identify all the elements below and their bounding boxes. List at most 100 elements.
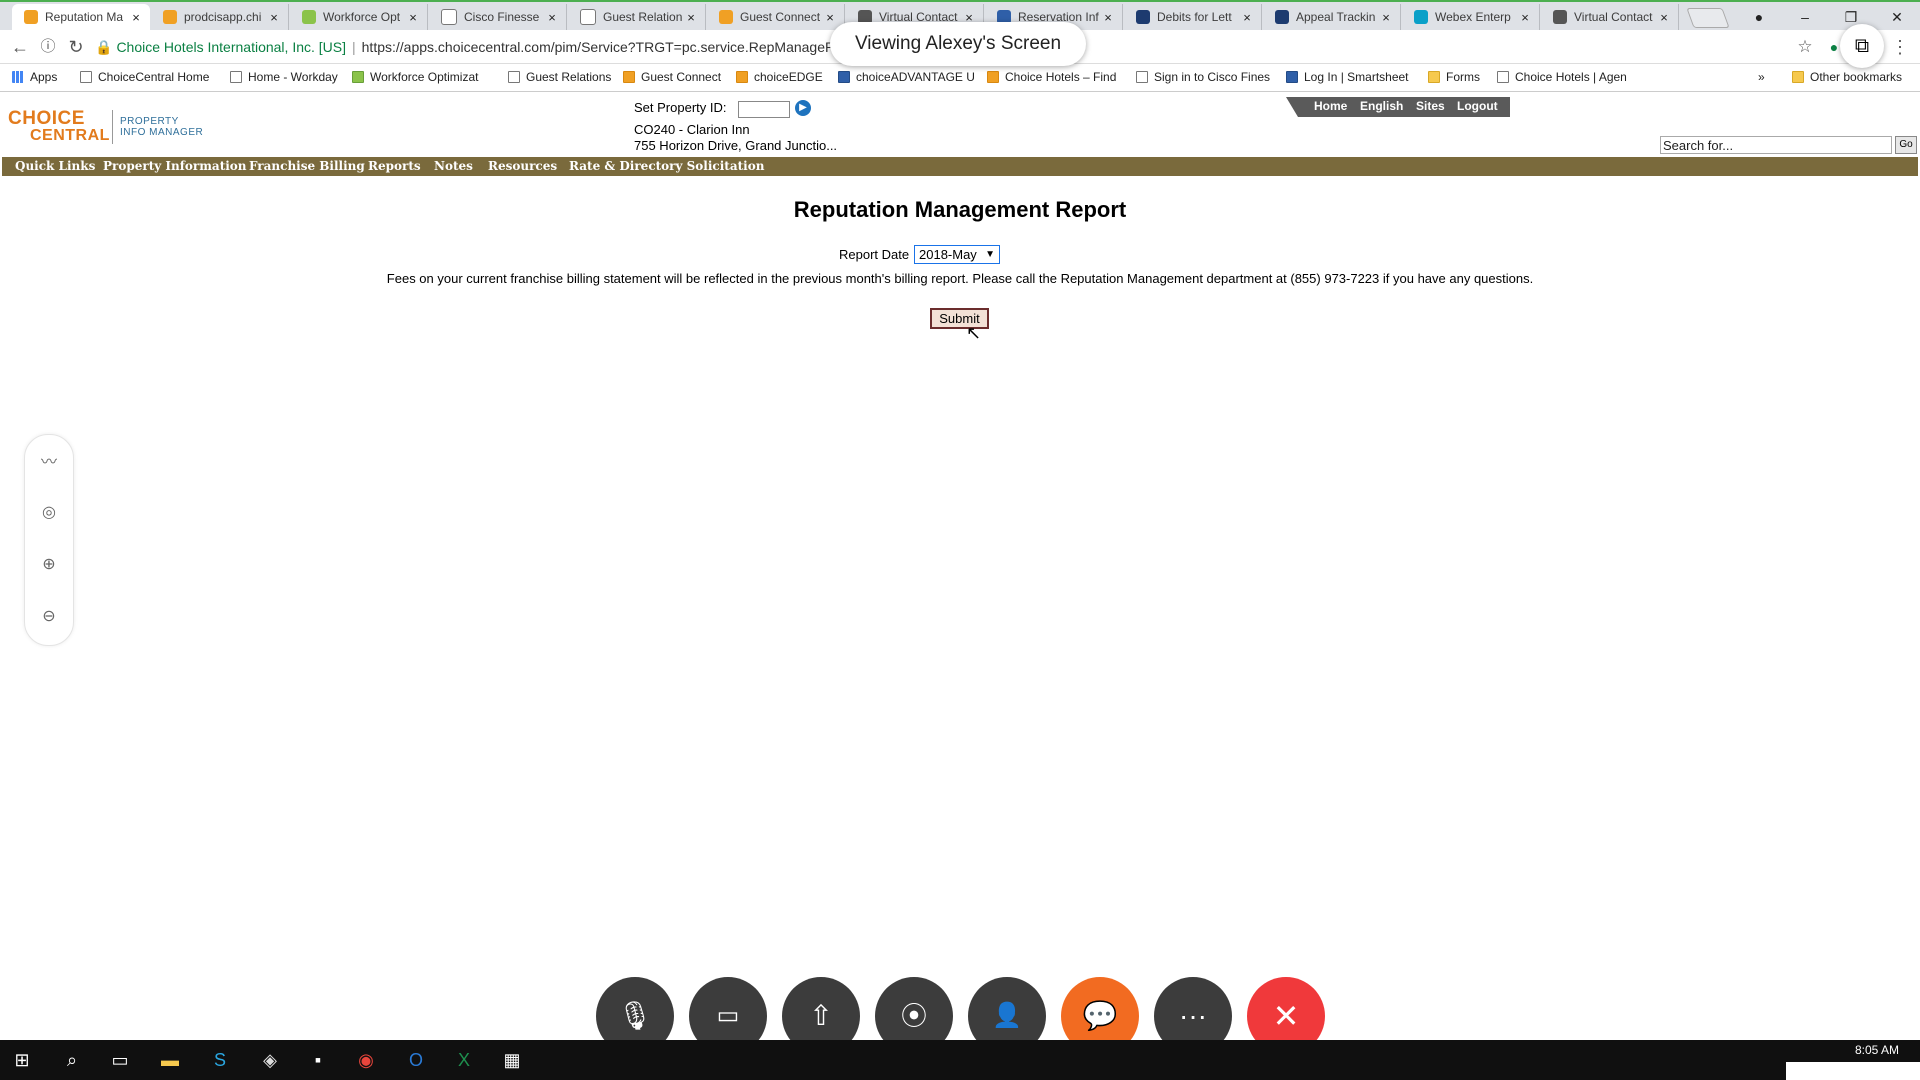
bookmark-item[interactable]: choiceADVANTAGE U bbox=[838, 70, 975, 84]
file-explorer-icon[interactable]: ▬ bbox=[150, 1046, 190, 1074]
tab-close-icon[interactable]: × bbox=[1100, 10, 1116, 25]
smartsheet-icon bbox=[1286, 71, 1298, 83]
choice-icon bbox=[719, 10, 733, 24]
page-icon bbox=[1497, 71, 1509, 83]
smartsheet-icon bbox=[1275, 10, 1289, 24]
tab-close-icon[interactable]: × bbox=[1239, 10, 1255, 25]
bookmark-item[interactable]: Log In | Smartsheet bbox=[1286, 70, 1409, 84]
browser-tab[interactable]: Webex Enterp × bbox=[1402, 4, 1540, 30]
back-icon[interactable]: ← bbox=[8, 35, 32, 59]
menu-property-information[interactable]: Property Information bbox=[103, 159, 247, 173]
menu-resources[interactable]: Resources bbox=[488, 159, 557, 173]
notification-area bbox=[1786, 1062, 1920, 1080]
tab-close-icon[interactable]: × bbox=[544, 10, 560, 25]
browser-tab[interactable]: Reputation Ma × bbox=[12, 4, 150, 30]
outlook-icon[interactable]: O bbox=[396, 1046, 436, 1074]
screen-share-window-icon[interactable]: ⧉ bbox=[1840, 24, 1884, 68]
zoom-out-icon[interactable]: ⊖ bbox=[37, 605, 61, 629]
tab-title: Cisco Finesse bbox=[464, 10, 540, 24]
bookmark-item[interactable]: ChoiceCentral Home bbox=[80, 70, 209, 84]
info-icon[interactable]: ⓘ bbox=[36, 35, 60, 59]
browser-tab[interactable]: Debits for Lett × bbox=[1124, 4, 1262, 30]
app-icon[interactable]: ◈ bbox=[250, 1046, 290, 1074]
calculator-icon[interactable]: ▦ bbox=[492, 1046, 532, 1074]
new-tab-button[interactable] bbox=[1686, 8, 1730, 28]
menu-notes[interactable]: Notes bbox=[434, 159, 473, 173]
bookmark-star-icon[interactable]: ☆ bbox=[1793, 35, 1817, 59]
tab-close-icon[interactable]: × bbox=[683, 10, 699, 25]
bookmark-item[interactable]: Workforce Optimizat bbox=[352, 70, 478, 84]
taskbar-clock: 8:05 AM bbox=[1855, 1043, 1900, 1057]
tab-close-icon[interactable]: × bbox=[266, 10, 282, 25]
zoom-in-icon[interactable]: ⊕ bbox=[37, 553, 61, 577]
logo-line2: CENTRAL bbox=[30, 127, 110, 144]
bookmark-item[interactable]: Guest Relations bbox=[508, 70, 611, 84]
tab-close-icon[interactable]: × bbox=[128, 10, 144, 25]
bookmark-item[interactable]: Apps bbox=[12, 70, 57, 84]
bookmarks-overflow-icon[interactable]: » bbox=[1758, 70, 1765, 84]
tab-close-icon[interactable]: × bbox=[405, 10, 421, 25]
site-identity: Choice Hotels International, Inc. [US] bbox=[116, 39, 346, 55]
bookmark-item[interactable]: Choice Hotels | Agen bbox=[1497, 70, 1627, 84]
search-go-button[interactable]: Go bbox=[1895, 136, 1917, 154]
browser-tab[interactable]: Guest Relation × bbox=[568, 4, 706, 30]
lock-icon: 🔒 bbox=[95, 39, 113, 55]
other-bookmarks[interactable]: Other bookmarks bbox=[1792, 70, 1902, 84]
home-link[interactable]: Home bbox=[1314, 99, 1347, 113]
draw-icon[interactable]: 〰 bbox=[37, 451, 61, 475]
tab-close-icon[interactable]: × bbox=[1656, 10, 1672, 25]
choice-central-logo[interactable]: CHOICE CENTRAL PROPERTY INFO MANAGER bbox=[8, 106, 218, 146]
search-icon[interactable]: ⌕ bbox=[52, 1046, 92, 1074]
close-window-icon[interactable]: ✕ bbox=[1874, 4, 1920, 30]
windows-taskbar: ⊞ ⌕ ▭ ▬ S ◈ ▪ ◉ O X ▦ 8:05 AM bbox=[0, 1040, 1920, 1080]
tab-close-icon[interactable]: × bbox=[1378, 10, 1394, 25]
chrome-menu-icon[interactable]: ⋮ bbox=[1888, 35, 1912, 59]
english-link[interactable]: English bbox=[1360, 99, 1403, 113]
bookmark-item[interactable]: Choice Hotels – Find bbox=[987, 70, 1116, 84]
menu-franchise-billing[interactable]: Franchise Billing bbox=[249, 159, 365, 173]
chrome-icon[interactable]: ◉ bbox=[346, 1046, 386, 1074]
menu-rate-directory-solicitation[interactable]: Rate & Directory Solicitation bbox=[569, 159, 764, 173]
browser-tab[interactable]: Virtual Contact × bbox=[1541, 4, 1679, 30]
sticky-notes-icon[interactable]: ▪ bbox=[298, 1046, 338, 1074]
sites-link[interactable]: Sites bbox=[1416, 99, 1445, 113]
choice-icon bbox=[24, 10, 38, 24]
bookmark-item[interactable]: Home - Workday bbox=[230, 70, 338, 84]
page-icon bbox=[508, 71, 520, 83]
report-date-label: Report Date bbox=[839, 247, 910, 262]
other-bookmarks-label: Other bookmarks bbox=[1810, 70, 1903, 84]
pointer-icon[interactable]: ◎ bbox=[37, 501, 61, 525]
bookmark-label: Guest Connect bbox=[641, 70, 722, 84]
bookmark-item[interactable]: Guest Connect bbox=[623, 70, 721, 84]
choice-icon bbox=[163, 10, 177, 24]
browser-tab[interactable]: Cisco Finesse × bbox=[429, 4, 567, 30]
skype-icon[interactable]: S bbox=[200, 1046, 240, 1074]
site-search-input[interactable]: Search for... bbox=[1660, 136, 1892, 154]
profile-icon[interactable]: ● bbox=[1736, 4, 1782, 30]
windows-start-icon[interactable]: ⊞ bbox=[2, 1046, 42, 1074]
dropdown-arrow-icon: ▼ bbox=[985, 249, 995, 260]
browser-tab[interactable]: Workforce Opt × bbox=[290, 4, 428, 30]
tab-close-icon[interactable]: × bbox=[1517, 10, 1533, 25]
folder-icon bbox=[1792, 71, 1804, 83]
browser-tab[interactable]: Guest Connect × bbox=[707, 4, 845, 30]
report-date-select[interactable]: 2018-May ▼ bbox=[914, 245, 1000, 264]
property-id-input[interactable] bbox=[738, 101, 790, 118]
browser-tab[interactable]: Appeal Trackin × bbox=[1263, 4, 1401, 30]
page-icon bbox=[580, 9, 596, 25]
reload-icon[interactable]: ↻ bbox=[64, 35, 88, 59]
bookmark-item[interactable]: Forms bbox=[1428, 70, 1480, 84]
menu-quick-links[interactable]: Quick Links bbox=[15, 159, 95, 173]
logout-link[interactable]: Logout bbox=[1457, 99, 1498, 113]
folder-icon bbox=[1428, 71, 1440, 83]
minimize-icon[interactable]: – bbox=[1782, 4, 1828, 30]
menu-reports[interactable]: Reports bbox=[368, 159, 421, 173]
bookmark-item[interactable]: choiceEDGE bbox=[736, 70, 823, 84]
task-view-icon[interactable]: ▭ bbox=[100, 1046, 140, 1074]
bookmark-item[interactable]: Sign in to Cisco Fines bbox=[1136, 70, 1270, 84]
bookmark-label: Choice Hotels – Find bbox=[1005, 70, 1117, 84]
excel-icon[interactable]: X bbox=[444, 1046, 484, 1074]
browser-tab[interactable]: prodcisapp.chi × bbox=[151, 4, 289, 30]
tab-close-icon[interactable]: × bbox=[822, 10, 838, 25]
go-arrow-icon[interactable]: ▶ bbox=[795, 100, 811, 116]
